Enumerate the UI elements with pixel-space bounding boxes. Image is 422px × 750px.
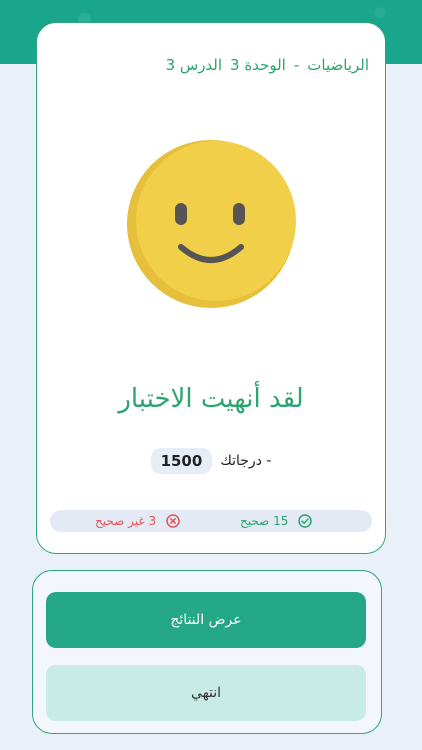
view-results-button[interactable]: عرض النتائج bbox=[46, 592, 366, 648]
completion-title: لقد أنهيت الاختبار bbox=[118, 384, 304, 414]
unit-label: الوحدة 3 bbox=[230, 56, 286, 74]
subject-label: الرياضيات bbox=[307, 56, 369, 74]
finish-button[interactable]: انتهي bbox=[46, 665, 366, 721]
check-circle-icon bbox=[298, 514, 313, 528]
score-value: 1500 bbox=[150, 448, 213, 474]
smiley-face-icon bbox=[127, 140, 296, 308]
lesson-label: الدرس 3 bbox=[165, 56, 223, 74]
correct-stat: 15 صحيح bbox=[240, 510, 313, 532]
score-row: 1500 - درجاتك bbox=[36, 448, 386, 474]
stats-bar: 15 صحيح 3 غير صحيح bbox=[50, 510, 372, 532]
x-circle-icon bbox=[166, 514, 180, 528]
wrong-stat: 3 غير صحيح bbox=[95, 510, 180, 532]
score-label: - درجاتك bbox=[220, 453, 272, 469]
breadcrumb-separator: - bbox=[293, 56, 300, 74]
correct-count: 15 صحيح bbox=[240, 514, 289, 528]
lesson-breadcrumb: الرياضيات - الوحدة 3 الدرس 3 bbox=[166, 56, 369, 74]
wrong-count: 3 غير صحيح bbox=[95, 514, 157, 528]
